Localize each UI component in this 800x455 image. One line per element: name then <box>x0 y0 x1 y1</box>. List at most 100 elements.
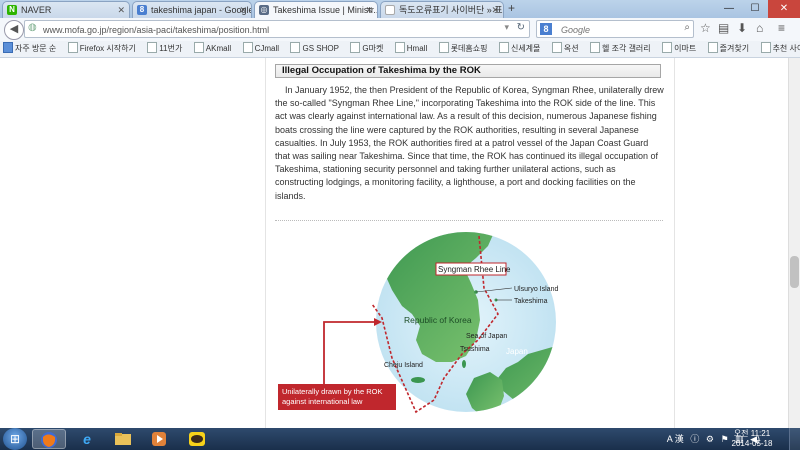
kakaotalk-icon[interactable] <box>180 429 214 449</box>
callout-text-line1: Unilaterally drawn by the ROK <box>282 387 382 396</box>
close-icon[interactable]: ✕ <box>365 2 373 18</box>
bookmark-label: Firefox 시작하기 <box>79 44 136 53</box>
search-input[interactable] <box>559 22 683 38</box>
dropdown-icon[interactable]: ▾ <box>504 22 509 33</box>
bookmark-label: 신세계몰 <box>510 44 541 53</box>
page-content: Illegal Occupation of Takeshima by the R… <box>0 58 800 428</box>
show-desktop-button[interactable] <box>789 428 800 450</box>
page-icon <box>67 42 78 53</box>
page-icon <box>551 42 562 53</box>
scrollbar-thumb[interactable] <box>790 256 799 288</box>
tab-google-search[interactable]: 8 takeshima japan - Google ... ✕ <box>132 1 252 18</box>
naver-icon: N <box>7 5 17 15</box>
window-close-button[interactable]: ✕ <box>768 0 800 18</box>
syngman-rhee-line-label: Syngman Rhee Line <box>438 265 511 274</box>
tab-label: Takeshima Issue | Ministr... <box>273 5 378 15</box>
language-indicator[interactable]: A 漢 <box>667 434 684 444</box>
tab-dokdo-cyber[interactable]: 독도오류표기 사이버단 » 표기... ✕ <box>380 1 504 18</box>
firefox-icon[interactable] <box>32 429 66 449</box>
bookmark-item[interactable]: 이마트 <box>662 41 696 57</box>
bookmark-item[interactable]: 옥션 <box>551 41 579 57</box>
search-box[interactable]: 8 ⌕ <box>536 20 694 38</box>
bookmark-item[interactable]: GS SHOP <box>290 41 339 57</box>
google-icon[interactable]: 8 <box>540 23 552 35</box>
page-icon <box>707 42 718 53</box>
bookmark-most-visited[interactable]: 자주 방문 순 <box>3 41 56 57</box>
tsushima-marker <box>462 360 466 368</box>
tab-strip: N NAVER ✕ 8 takeshima japan - Google ...… <box>0 0 800 18</box>
system-clock[interactable]: 오전 11:21 2014-05-18 <box>722 429 782 449</box>
callout-connector <box>323 321 374 386</box>
bookmark-item[interactable]: 추천 사이트 <box>760 41 800 57</box>
help-icon[interactable]: ⓘ <box>690 434 699 444</box>
new-tab-button[interactable]: + <box>508 1 515 15</box>
ie-icon[interactable]: e <box>70 429 104 449</box>
bookmark-label: 자주 방문 순 <box>15 44 57 53</box>
taskbar: ⊞ e A 漢 ⓘ ⚙ ⚑ ▥ ◀) 오전 11:21 2014-05-18 <box>0 428 800 450</box>
bookmark-label: 이마트 <box>674 44 697 53</box>
media-player-icon[interactable] <box>142 429 176 449</box>
clipboard-icon[interactable]: ▤ <box>718 21 729 35</box>
bookmarks-bar: 자주 방문 순 Firefox 시작하기 11번가 AKmall CJmall … <box>0 41 800 58</box>
close-icon[interactable]: ✕ <box>239 2 247 18</box>
star-icon[interactable]: ☆ <box>700 21 711 35</box>
bookmark-label: Hmall <box>406 44 428 53</box>
bookmark-label: 추천 사이트 <box>772 44 800 53</box>
page-icon <box>350 42 361 53</box>
bookmark-item[interactable]: 즐겨찾기 <box>707 41 749 57</box>
blank-icon <box>385 5 395 15</box>
bookmark-label: 롯데홈쇼핑 <box>450 44 488 53</box>
bookmark-item[interactable]: CJmall <box>242 41 280 57</box>
menu-icon[interactable]: ≡ <box>778 21 785 35</box>
download-icon[interactable]: ⬇ <box>737 21 747 35</box>
bookmark-item[interactable]: 롯데홈쇼핑 <box>438 41 488 57</box>
bookmark-label: CJmall <box>254 44 280 53</box>
divider <box>275 220 663 221</box>
shikoku-landmass <box>510 398 544 412</box>
page-icon <box>193 42 204 53</box>
url-bar[interactable]: ◍ ▾ ↻ <box>24 20 530 38</box>
bookmark-item[interactable]: AKmall <box>193 41 232 57</box>
takeshima-map: Syngman Rhee Line Ulsuryo Island Takeshi… <box>278 232 558 414</box>
page-icon <box>290 42 301 53</box>
folder-icon[interactable] <box>106 429 140 449</box>
bookmark-item[interactable]: Firefox 시작하기 <box>67 41 136 57</box>
settings-icon[interactable]: ⚙ <box>706 434 714 444</box>
korea-label: Republic of Korea <box>404 315 472 325</box>
back-button[interactable]: ◀ <box>4 20 24 40</box>
sea-of-japan-label: Sea of Japan <box>466 333 507 340</box>
minimize-button[interactable]: — <box>716 0 742 18</box>
page-icon <box>147 42 158 53</box>
bookmark-label: AKmall <box>205 44 232 53</box>
page-icon <box>438 42 449 53</box>
bookmark-item[interactable]: 신세계몰 <box>498 41 541 57</box>
tab-label: NAVER <box>21 5 52 15</box>
maximize-button[interactable]: ☐ <box>742 0 768 18</box>
section-heading: Illegal Occupation of Takeshima by the R… <box>275 64 661 78</box>
google-icon: 8 <box>137 5 147 15</box>
ulsuryo-label: Ulsuryo Island <box>514 286 558 293</box>
start-button[interactable]: ⊞ <box>3 428 27 450</box>
bookmark-label: 11번가 <box>159 44 183 53</box>
vertical-scrollbar[interactable] <box>788 58 800 428</box>
bookmark-item[interactable]: 헬 조각 갤러리 <box>590 41 651 57</box>
home-icon[interactable]: ⌂ <box>756 21 763 35</box>
tab-naver[interactable]: N NAVER ✕ <box>2 1 130 18</box>
page-icon <box>498 42 509 53</box>
tab-takeshima-issue[interactable]: ◎ Takeshima Issue | Ministr... ✕ <box>254 1 378 18</box>
close-icon[interactable]: ✕ <box>491 2 499 18</box>
close-icon[interactable]: ✕ <box>117 2 125 18</box>
search-icon[interactable]: ⌕ <box>684 22 690 33</box>
bookmark-item[interactable]: G마켓 <box>350 41 383 57</box>
bookmark-item[interactable]: 11번가 <box>147 41 182 57</box>
article-paragraph: In January 1952, the then President of t… <box>275 85 664 201</box>
reload-icon[interactable]: ↻ <box>517 22 525 33</box>
bookmark-item[interactable]: Hmall <box>394 41 428 57</box>
bookmark-label: 헬 조각 갤러리 <box>602 44 651 53</box>
japan-label: Japan <box>506 347 528 356</box>
cheju-island-marker <box>411 377 425 383</box>
bookmark-folder-icon <box>3 42 13 53</box>
bookmark-label: G마켓 <box>362 44 384 53</box>
tsushima-label: Tsushima <box>460 346 490 353</box>
url-input[interactable] <box>41 22 505 38</box>
